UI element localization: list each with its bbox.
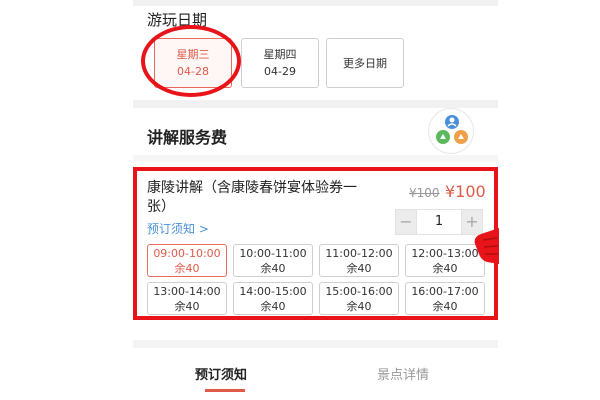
time-slot[interactable]: 11:00-12:00 余40 xyxy=(319,244,399,277)
date-option-thu[interactable]: 星期四 04-29 xyxy=(241,38,319,88)
time-slot[interactable]: 15:00-16:00 余40 xyxy=(319,282,399,315)
current-price: ¥100 xyxy=(445,182,486,201)
service-logo-svg xyxy=(436,115,468,144)
slot-time: 13:00-14:00 xyxy=(153,285,221,298)
original-price: ¥100 xyxy=(409,186,440,200)
slot-time: 11:00-12:00 xyxy=(325,247,393,260)
slot-remaining: 余40 xyxy=(432,300,458,313)
tab-attraction-details[interactable]: 景点详情 xyxy=(377,364,429,383)
quantity-value[interactable]: 1 xyxy=(417,209,461,235)
date-weekday: 星期四 xyxy=(263,48,297,61)
section-divider xyxy=(133,155,498,161)
slot-remaining: 余40 xyxy=(346,262,372,275)
screenshot-canvas: 游玩日期 星期三 04-28 星期四 04-29 更多日期 讲解服务费 康陵讲解… xyxy=(0,0,600,400)
pointing-hand-icon xyxy=(474,228,499,264)
decrement-button[interactable]: − xyxy=(395,209,417,235)
slot-time: 09:00-10:00 xyxy=(153,247,221,260)
time-slot[interactable]: 16:00-17:00 余40 xyxy=(405,282,485,315)
slot-remaining: 余40 xyxy=(346,300,372,313)
time-slot[interactable]: 14:00-15:00 余40 xyxy=(233,282,313,315)
date-value: 04-29 xyxy=(264,65,296,78)
service-logo-icon xyxy=(428,108,474,154)
active-tab-indicator xyxy=(205,389,245,392)
time-slot[interactable]: 09:00-10:00 余40 xyxy=(147,244,227,277)
tab-booking-notice[interactable]: 预订须知 xyxy=(195,364,247,383)
booking-notice-link[interactable]: 预订须知 > xyxy=(147,220,209,237)
slot-remaining: 余40 xyxy=(174,262,200,275)
slot-time: 16:00-17:00 xyxy=(411,285,479,298)
slot-time: 15:00-16:00 xyxy=(325,285,393,298)
slot-time: 14:00-15:00 xyxy=(239,285,307,298)
time-slot[interactable]: 13:00-14:00 余40 xyxy=(147,282,227,315)
booking-panel: 游玩日期 星期三 04-28 星期四 04-29 更多日期 讲解服务费 康陵讲解… xyxy=(133,0,499,400)
slot-time: 10:00-11:00 xyxy=(239,247,307,260)
annotation-circle xyxy=(141,25,241,97)
section-divider xyxy=(133,340,498,348)
section-divider xyxy=(133,100,498,108)
fee-section-title: 讲解服务费 xyxy=(147,128,228,147)
top-separator xyxy=(133,0,498,6)
slot-remaining: 余40 xyxy=(260,300,286,313)
service-item-name: 康陵讲解（含康陵春饼宴体验券一张） xyxy=(147,180,357,215)
more-dates-label: 更多日期 xyxy=(343,56,387,70)
more-dates-button[interactable]: 更多日期 xyxy=(326,38,404,88)
slot-remaining: 余40 xyxy=(260,262,286,275)
slot-remaining: 余40 xyxy=(174,300,200,313)
time-slot[interactable]: 10:00-11:00 余40 xyxy=(233,244,313,277)
